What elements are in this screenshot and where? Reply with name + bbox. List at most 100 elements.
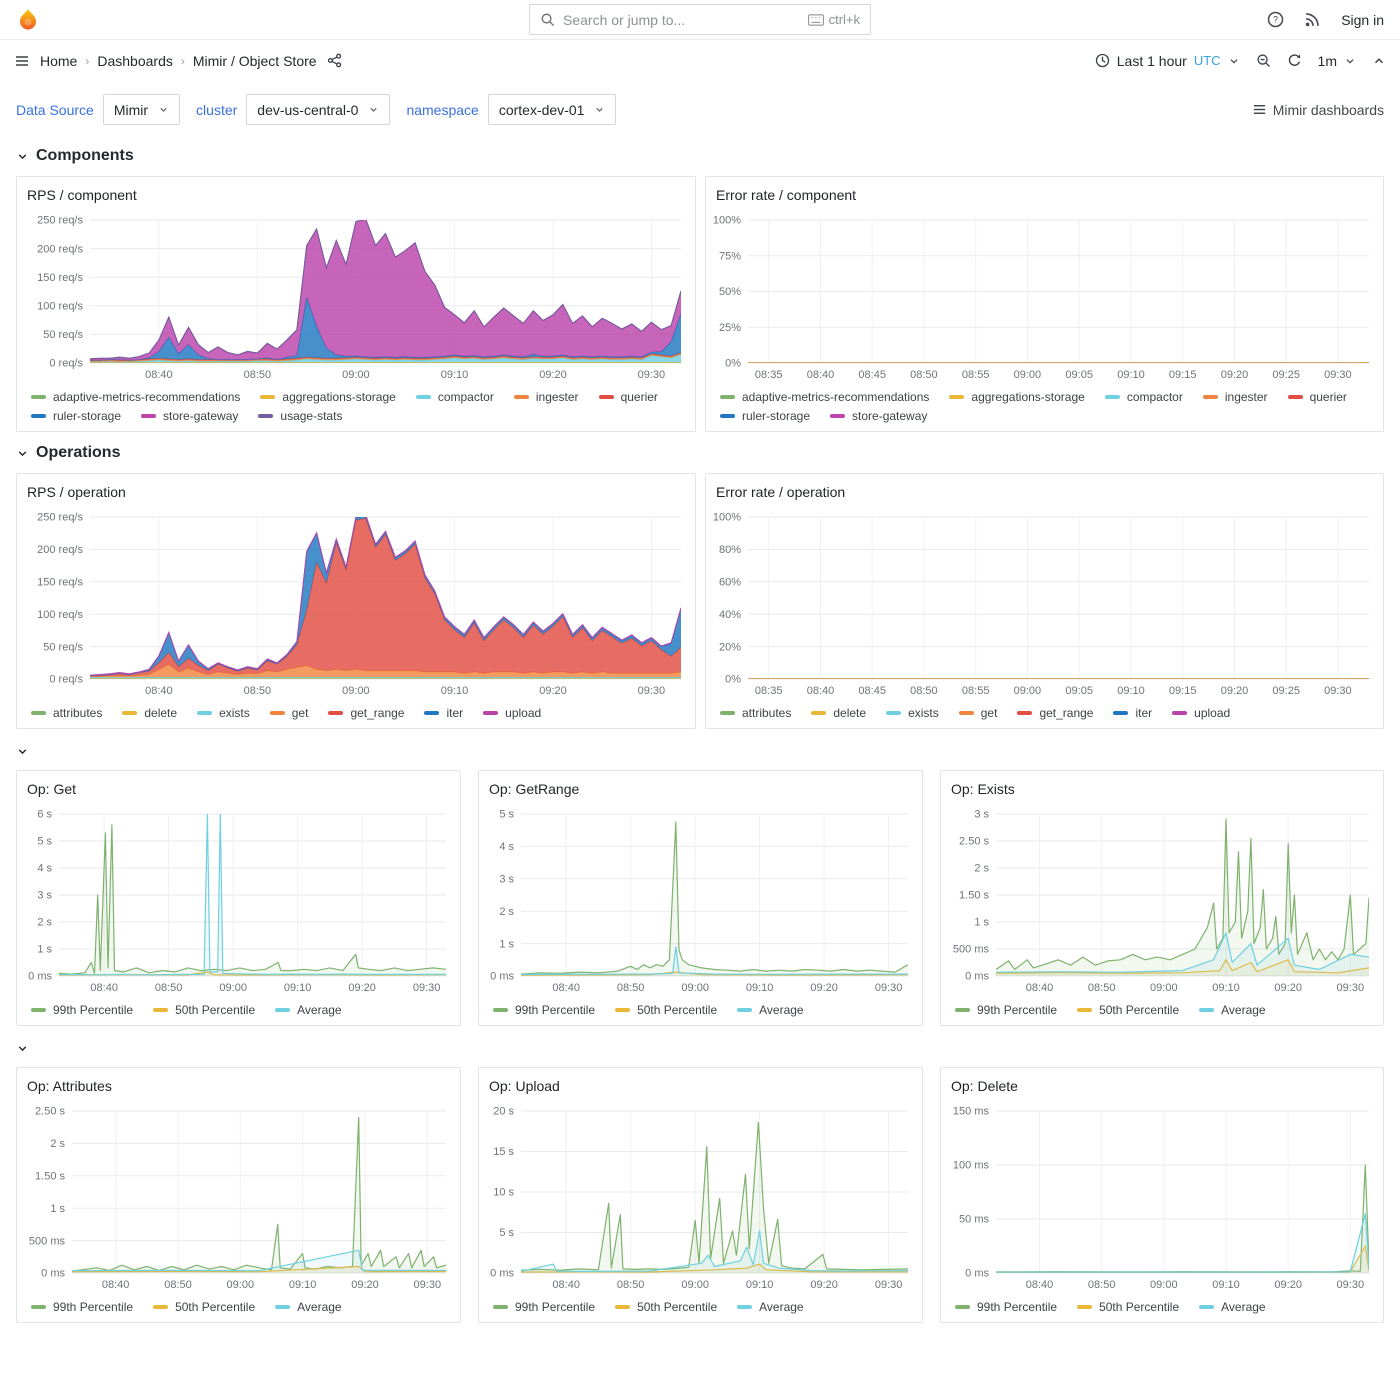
legend-item[interactable]: get [270,706,309,720]
legend-series-label: Average [297,1003,341,1017]
help-button[interactable]: ? [1267,11,1284,28]
svg-text:2.50 s: 2.50 s [959,836,989,848]
chart-rps-component[interactable]: 0 req/s50 req/s100 req/s150 req/s200 req… [21,211,691,383]
legend-item[interactable]: adaptive-metrics-recommendations [720,390,929,404]
legend-series-color [328,711,343,715]
legend-item[interactable]: ingester [514,390,579,404]
legend-item[interactable]: iter [424,706,463,720]
legend-item[interactable]: 99th Percentile [493,1003,595,1017]
legend-series-label: 50th Percentile [637,1300,717,1314]
legend-item[interactable]: compactor [416,390,494,404]
legend-item[interactable]: adaptive-metrics-recommendations [31,390,240,404]
legend-item[interactable]: store-gateway [141,409,238,423]
collapse-toolbar-button[interactable] [1372,54,1386,68]
svg-text:1.50 s: 1.50 s [35,1171,65,1183]
time-range-picker[interactable]: Last 1 hour UTC [1095,53,1240,69]
legend-series-color [955,1305,970,1309]
legend-item[interactable]: ingester [1203,390,1268,404]
legend-item[interactable]: upload [1172,706,1230,720]
legend-item[interactable]: attributes [31,706,102,720]
svg-text:08:40: 08:40 [145,369,173,381]
svg-text:50 req/s: 50 req/s [43,641,83,653]
legend-item[interactable]: 50th Percentile [1077,1003,1179,1017]
datasource-label[interactable]: Data Source [16,102,94,118]
legend-item[interactable]: 50th Percentile [153,1300,255,1314]
legend-item[interactable]: 99th Percentile [955,1300,1057,1314]
legend-item[interactable]: compactor [1105,390,1183,404]
legend-item[interactable]: delete [122,706,177,720]
grafana-logo[interactable] [16,8,40,32]
svg-text:5 s: 5 s [499,809,514,821]
chart-op-get[interactable]: 0 ms1 s2 s3 s4 s5 s6 s08:4008:5009:0009:… [21,805,456,996]
legend-item[interactable]: Average [275,1300,341,1314]
legend-item[interactable]: usage-stats [258,409,342,423]
share-dashboard-button[interactable] [327,53,342,68]
datasource-select[interactable]: Mimir [103,94,180,125]
caret-down-icon [594,104,605,115]
legend-item[interactable]: 50th Percentile [153,1003,255,1017]
chart-error-rate-operation[interactable]: 0%20%40%60%80%100%08:3508:4008:4508:5008… [710,508,1379,699]
legend-item[interactable]: aggregations-storage [949,390,1084,404]
legend-item[interactable]: querier [1288,390,1347,404]
chart-rps-operation[interactable]: 0 req/s50 req/s100 req/s150 req/s200 req… [21,508,691,699]
section-components[interactable]: Components [16,147,1384,165]
section-operations[interactable]: Operations [16,444,1384,462]
cluster-select[interactable]: dev-us-central-0 [246,94,390,125]
legend-item[interactable]: 50th Percentile [615,1003,717,1017]
menu-toggle-button[interactable] [14,53,30,69]
legend-item[interactable]: delete [811,706,866,720]
legend-item[interactable]: querier [599,390,658,404]
legend-item[interactable]: exists [886,706,939,720]
row-toggle-latencies-2[interactable] [16,1042,1384,1055]
chart-op-delete[interactable]: 0 ms50 ms100 ms150 ms08:4008:5009:0009:1… [945,1102,1379,1293]
legend-item[interactable]: store-gateway [830,409,927,423]
svg-text:08:40: 08:40 [145,685,173,697]
legend-series-label: ruler-storage [53,409,121,423]
legend-item[interactable]: exists [197,706,250,720]
row-toggle-latencies-1[interactable] [16,745,1384,758]
chart-svg: 0 ms500 ms1 s1.50 s2 s2.50 s08:4008:5009… [21,1102,456,1293]
chart-op-getrange[interactable]: 0 ms1 s2 s3 s4 s5 s08:4008:5009:0009:100… [483,805,918,996]
legend-item[interactable]: Average [1199,1003,1265,1017]
legend-item[interactable]: Average [1199,1300,1265,1314]
news-button[interactable] [1304,11,1321,28]
breadcrumb-dashboards[interactable]: Dashboards [97,53,173,69]
sign-in-link[interactable]: Sign in [1341,12,1384,28]
legend-item[interactable]: 99th Percentile [493,1300,595,1314]
global-search[interactable]: ctrl+k [529,4,871,35]
refresh-interval-picker[interactable]: 1m [1318,53,1356,69]
legend-item[interactable]: get [959,706,998,720]
search-input[interactable] [563,12,800,28]
legend-item[interactable]: 50th Percentile [615,1300,717,1314]
cluster-label[interactable]: cluster [196,102,237,118]
namespace-select[interactable]: cortex-dev-01 [488,94,617,125]
legend-item[interactable]: aggregations-storage [260,390,395,404]
legend-item[interactable]: ruler-storage [720,409,810,423]
legend-item[interactable]: Average [737,1003,803,1017]
legend-item[interactable]: 50th Percentile [1077,1300,1179,1314]
mimir-dashboards-button[interactable]: Mimir dashboards [1252,102,1384,118]
chart-op-upload[interactable]: 0 ms5 s10 s15 s20 s08:4008:5009:0009:100… [483,1102,918,1293]
breadcrumb-home[interactable]: Home [40,53,77,69]
legend-series-color [615,1008,630,1012]
legend-item[interactable]: iter [1113,706,1152,720]
chart-error-rate-component[interactable]: 0%25%50%75%100%08:3508:4008:4508:5008:55… [710,211,1379,383]
refresh-button[interactable] [1287,53,1302,68]
legend-item[interactable]: 99th Percentile [31,1003,133,1017]
zoom-out-time-button[interactable] [1256,53,1271,68]
legend-item[interactable]: 99th Percentile [955,1003,1057,1017]
chart-svg: 0 ms1 s2 s3 s4 s5 s6 s08:4008:5009:0009:… [21,805,456,996]
legend-item[interactable]: get_range [1017,706,1093,720]
legend-item[interactable]: Average [737,1300,803,1314]
legend-item[interactable]: Average [275,1003,341,1017]
list-icon [1252,102,1267,117]
svg-text:4 s: 4 s [37,863,52,875]
legend-item[interactable]: upload [483,706,541,720]
legend-item[interactable]: ruler-storage [31,409,121,423]
namespace-label[interactable]: namespace [406,102,478,118]
legend-item[interactable]: 99th Percentile [31,1300,133,1314]
chart-op-exists[interactable]: 0 ms500 ms1 s1.50 s2 s2.50 s3 s08:4008:5… [945,805,1379,996]
legend-item[interactable]: get_range [328,706,404,720]
legend-item[interactable]: attributes [720,706,791,720]
chart-op-attributes[interactable]: 0 ms500 ms1 s1.50 s2 s2.50 s08:4008:5009… [21,1102,456,1293]
